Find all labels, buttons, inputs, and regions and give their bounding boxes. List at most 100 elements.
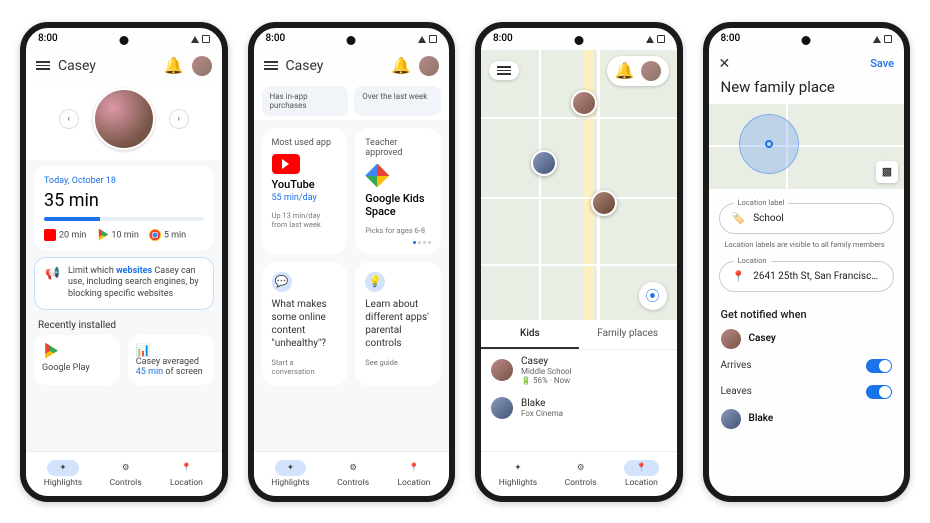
camera-notch: [119, 36, 128, 45]
play-store-icon: [42, 343, 58, 359]
mini-map[interactable]: ▩: [709, 104, 905, 189]
helper-text: Location labels are visible to all famil…: [709, 240, 905, 255]
avatar: [491, 359, 513, 381]
usage-row: 20 min 10 min 5 min: [44, 229, 204, 241]
leaves-toggle[interactable]: [866, 385, 892, 399]
info-chips: Has in-app purchases Over the last week: [254, 82, 450, 120]
kid-row-blake[interactable]: BlakeFox Cinema: [481, 391, 677, 425]
menu-icon[interactable]: [36, 61, 50, 70]
map-pin-2[interactable]: [531, 150, 557, 176]
bell-icon[interactable]: 🔔: [615, 61, 635, 80]
signal-icon: [873, 35, 881, 43]
sparkle-icon: ✦: [59, 463, 66, 473]
menu-icon[interactable]: [264, 61, 278, 70]
close-icon[interactable]: ✕: [719, 56, 731, 72]
status-time: 8:00: [38, 33, 58, 44]
pin-icon: 📍: [636, 463, 647, 473]
tab-family-places[interactable]: Family places: [579, 320, 677, 349]
avatar: [721, 409, 741, 429]
nav-highlights[interactable]: ✦Highlights: [44, 460, 82, 488]
map-pin-3[interactable]: [591, 190, 617, 216]
menu-button[interactable]: [489, 61, 519, 80]
bell-icon[interactable]: 🔔: [391, 56, 411, 75]
nav-controls[interactable]: ⚙Controls: [110, 460, 142, 488]
pager-dots: [365, 241, 431, 244]
nav-controls[interactable]: ⚙Controls: [565, 460, 597, 488]
next-child-button[interactable]: ›: [169, 109, 189, 129]
sliders-icon: ⚙: [577, 463, 585, 473]
app-card[interactable]: Google Play: [34, 335, 120, 385]
status-time: 8:00: [493, 33, 513, 44]
account-avatar[interactable]: [192, 56, 212, 76]
child-hero: ‹ ›: [26, 82, 222, 160]
nav-location[interactable]: 📍Location: [169, 460, 204, 488]
tabs: Kids Family places: [481, 320, 677, 350]
insight-card[interactable]: 📊 Casey averaged 45 min of screen: [128, 335, 214, 385]
top-right-controls: 🔔: [607, 56, 669, 86]
camera-notch: [574, 36, 583, 45]
page-title: Casey: [58, 58, 156, 74]
battery-icon: [884, 35, 892, 43]
child-avatar[interactable]: [93, 88, 155, 150]
chart-icon: 📊: [136, 343, 206, 357]
arrives-toggle[interactable]: [866, 359, 892, 373]
toggle-leaves: Leaves: [709, 379, 905, 405]
location-label-field[interactable]: Location label 🏷️ School: [719, 203, 895, 234]
page-title: New family place: [709, 78, 905, 104]
youtube-icon: [44, 229, 56, 241]
date-label: Today, October 18: [44, 176, 204, 186]
battery-icon: [202, 35, 210, 43]
battery-icon: [657, 35, 665, 43]
phone-highlights-cards: 8:00 Casey 🔔 Has in-app purchases Over t…: [248, 22, 456, 502]
nav-location[interactable]: 📍Location: [397, 460, 432, 488]
pin-icon: 📍: [409, 463, 420, 473]
prev-child-button[interactable]: ‹: [59, 109, 79, 129]
center-pin-icon: [765, 140, 773, 148]
lightbulb-icon: 💡: [365, 272, 385, 292]
screen-time-card[interactable]: Today, October 18 35 min 20 min 10 min 5…: [34, 166, 214, 251]
nav-highlights[interactable]: ✦Highlights: [499, 460, 537, 488]
tip-card[interactable]: 📢 Limit which websites Casey can use, in…: [34, 257, 214, 310]
battery-icon: [429, 35, 437, 43]
nav-highlights[interactable]: ✦Highlights: [271, 460, 309, 488]
tab-kids[interactable]: Kids: [481, 320, 579, 349]
total-time: 35 min: [44, 190, 204, 211]
camera-notch: [347, 36, 356, 45]
my-location-button[interactable]: ⦿: [639, 282, 667, 310]
save-button[interactable]: Save: [870, 57, 894, 70]
person-blake: Blake: [709, 405, 905, 433]
kids-space-icon: [365, 164, 389, 188]
most-used-card[interactable]: Most used app YouTube 55 min/day Up 13 m…: [262, 128, 348, 254]
marker-icon: 📍: [732, 270, 746, 283]
conversation-card[interactable]: 💬 What makes some online content "unheal…: [262, 262, 348, 386]
geofence-circle[interactable]: [739, 114, 799, 174]
app-bar: Casey 🔔: [26, 50, 222, 82]
app-bar: Casey 🔔: [254, 50, 450, 82]
account-avatar[interactable]: [641, 61, 661, 81]
kid-row-casey[interactable]: CaseyMiddle School🔋 56% · Now: [481, 350, 677, 391]
bottom-nav: ✦Highlights ⚙Controls 📍Location: [26, 451, 222, 496]
page-title: Casey: [286, 58, 384, 74]
toggle-arrives: Arrives: [709, 353, 905, 379]
map-layers-button[interactable]: ▩: [876, 161, 898, 183]
account-avatar[interactable]: [419, 56, 439, 76]
map-pin-casey[interactable]: [571, 90, 597, 116]
bell-icon[interactable]: 🔔: [164, 56, 184, 75]
signal-icon: [191, 35, 199, 43]
chip-last-week[interactable]: Over the last week: [354, 86, 441, 116]
play-icon: [96, 229, 108, 241]
avatar: [491, 397, 513, 419]
status-time: 8:00: [266, 33, 286, 44]
avatar: [721, 329, 741, 349]
recently-installed-scroll[interactable]: Google Play 📊 Casey averaged 45 min of s…: [26, 335, 222, 385]
sparkle-icon: ✦: [514, 463, 521, 473]
youtube-icon: [272, 154, 300, 174]
guide-card[interactable]: 💡 Learn about different apps' parental c…: [355, 262, 441, 386]
teacher-approved-card[interactable]: Teacher approved Google Kids Space Picks…: [355, 128, 441, 254]
phone-location-map: 8:00 🔔 ⦿ Kids Family places: [475, 22, 683, 502]
location-field[interactable]: Location 📍 2641 25th St, San Francisco, …: [719, 261, 895, 292]
chip-purchases[interactable]: Has in-app purchases: [262, 86, 349, 116]
map-view[interactable]: 🔔 ⦿: [481, 50, 677, 320]
nav-location[interactable]: 📍Location: [624, 460, 659, 488]
nav-controls[interactable]: ⚙Controls: [337, 460, 369, 488]
